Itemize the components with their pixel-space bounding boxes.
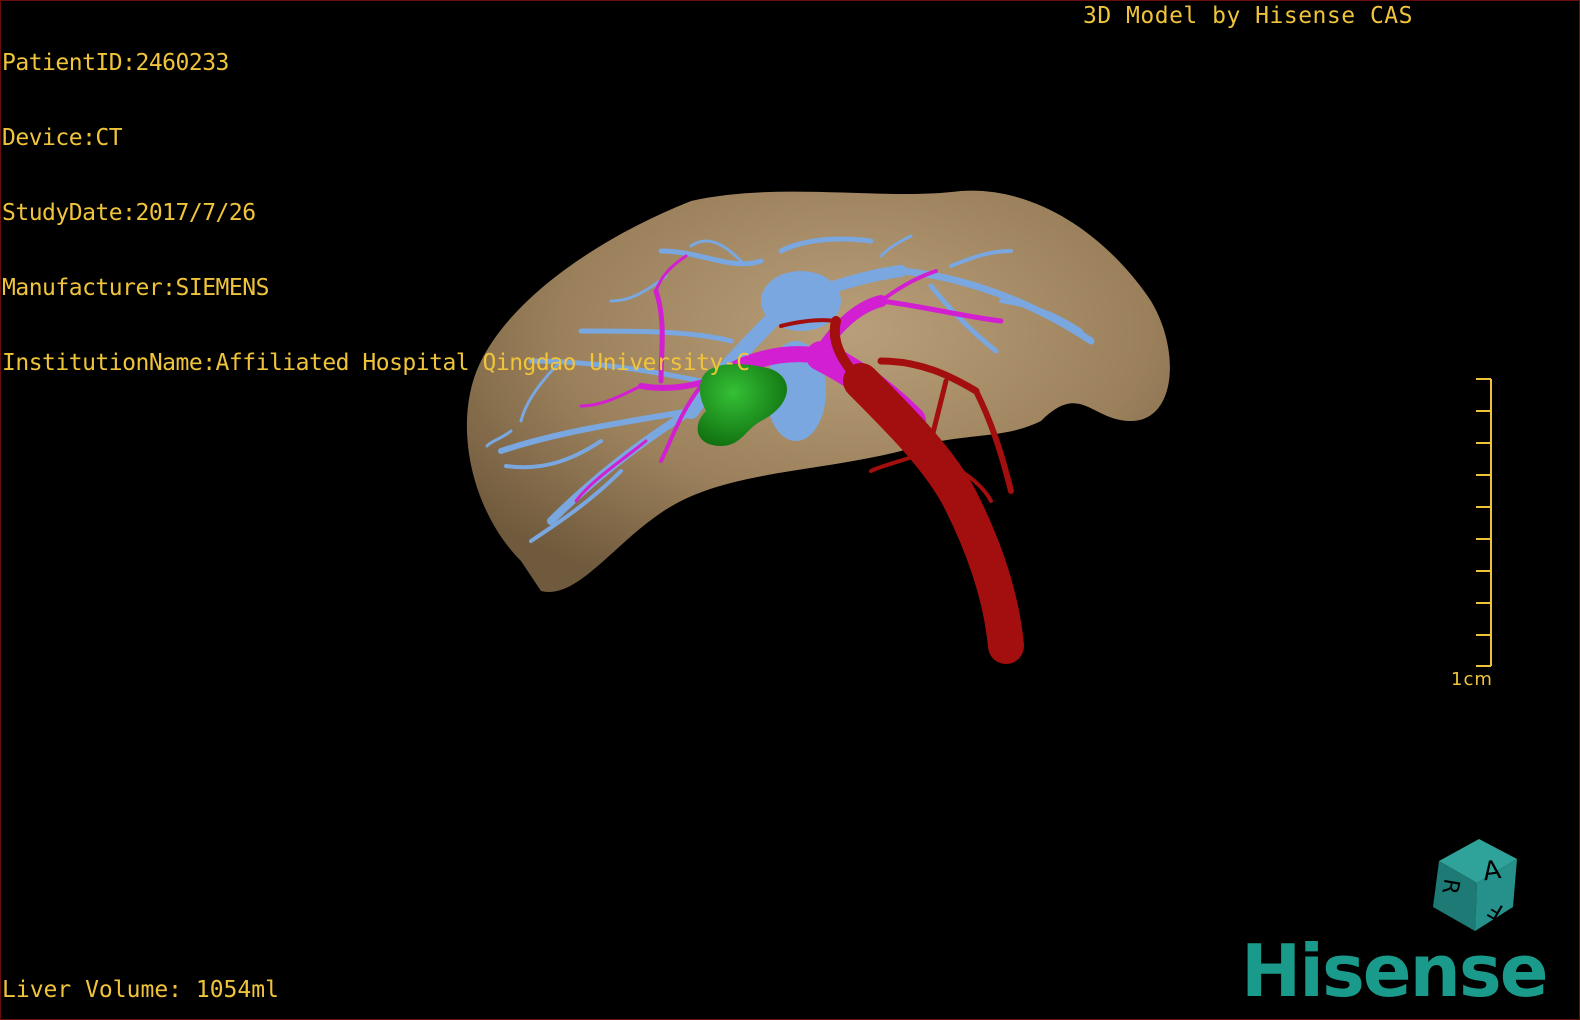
device-text: Device:CT [2,125,123,151]
institution-text: InstitutionName:Affiliated Hospital Qing… [2,350,750,376]
patient-id-text: PatientID:2460233 [2,50,229,76]
manufacturer-text: Manufacturer:SIEMENS [2,275,269,301]
study-date-text: StudyDate:2017/7/26 [2,200,256,226]
model-title: 3D Model by Hisense CAS [1083,3,1413,29]
hisense-logo: Hisense [1241,929,1549,1013]
patient-info-panel: PatientID:2460233 Device:CT StudyDate:20… [2,1,750,426]
scale-label: 1cm [1451,669,1493,690]
3d-viewport[interactable]: PatientID:2460233 Device:CT StudyDate:20… [0,0,1580,1020]
scale-bar-icon [1476,378,1492,667]
orientation-cube-icon[interactable]: A R F [1419,831,1529,941]
liver-volume-text: Liver Volume: 1054ml [2,977,279,1003]
